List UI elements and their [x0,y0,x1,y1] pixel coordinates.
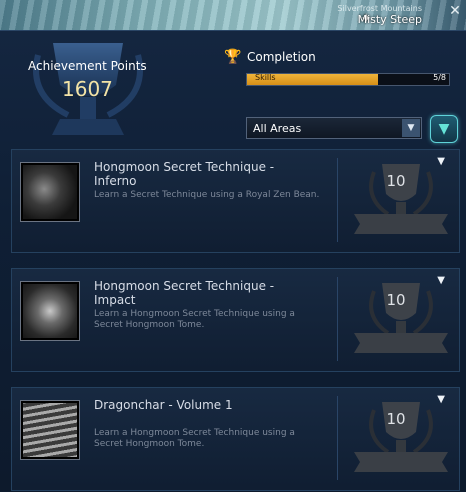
achievement-title: Hongmoon Secret Technique - Impact [94,279,275,307]
achievement-card[interactable]: Hongmoon Secret Technique - Impact Learn… [11,268,460,372]
area-dropdown-value: All Areas [253,122,302,135]
achievements-panel: Achievement Points 1607 🏆 Completion Ski… [0,30,466,492]
filter-icon: ▼ [438,121,450,137]
area-dropdown[interactable]: All Areas ▼ [246,117,422,139]
achievement-title: Dragonchar - Volume 1 [94,398,233,412]
progress-category-label: Skills [255,73,276,82]
location-display: Silverfrost Mountains Misty Steep [337,4,422,26]
achievement-description: Learn a Secret Technique using a Royal Z… [94,190,320,200]
achievement-thumbnail [20,400,80,460]
location-sub: Silverfrost Mountains [337,4,422,13]
trophy-icon [354,164,448,234]
chevron-down-icon[interactable]: ▼ [402,119,420,137]
achievement-card[interactable]: Dragonchar - Volume 1 Learn a Hongmoon S… [11,387,460,491]
achievement-points-label: Achievement Points [28,59,147,73]
achievement-thumbnail [20,281,80,341]
achievement-header: Achievement Points 1607 🏆 Completion Ski… [0,31,466,143]
filter-button[interactable]: ▼ [430,115,458,143]
close-icon[interactable]: ✕ [447,3,463,19]
progress-count: 5/8 [433,73,446,82]
achievement-card[interactable]: Hongmoon Secret Technique - Inferno Lear… [11,149,460,253]
achievement-description: Learn a Hongmoon Secret Technique using … [94,428,295,449]
achievement-points: 10 [386,291,406,309]
trophy-icon [354,283,448,353]
achievement-description: Learn a Hongmoon Secret Technique using … [94,309,295,330]
completion-trophy-icon: 🏆 [224,49,242,65]
achievement-points-value: 1607 [62,77,113,101]
location-main: Misty Steep [357,13,422,26]
top-bar: ✦ Silverfrost Mountains Misty Steep ✕ [0,0,466,30]
achievement-title: Hongmoon Secret Technique - Inferno [94,160,275,188]
achievement-points: 10 [386,410,406,428]
completion-label: Completion [247,50,316,64]
trophy-icon [354,402,448,472]
achievement-points: 10 [386,172,406,190]
achievement-thumbnail [20,162,80,222]
completion-progress-bar: Skills 5/8 [246,73,450,86]
